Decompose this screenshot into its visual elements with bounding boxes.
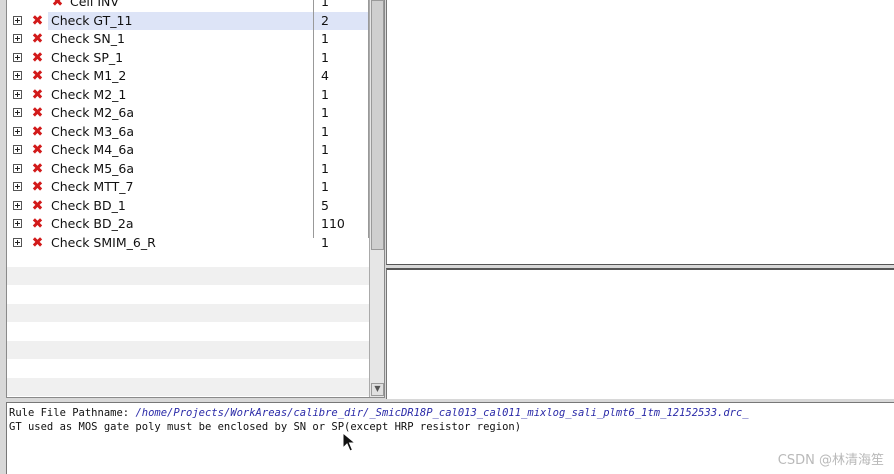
tree-row-count: 1 <box>321 142 329 157</box>
expand-plus-icon[interactable] <box>13 237 22 247</box>
calibre-rve-window: ✖ Cell INV 1 ✖ Check GT_11 2 ✖ Check SN_… <box>0 0 894 474</box>
tree-row-count: 4 <box>321 68 329 83</box>
tree-row-cell-inv[interactable]: ✖ Cell INV 1 <box>7 0 369 12</box>
tree-row-name: Check GT_11 <box>48 11 316 30</box>
column-divider[interactable] <box>313 0 314 238</box>
tree-row-check-bd-2a[interactable]: ✖ Check BD_2a 110 <box>7 215 369 234</box>
empty-row <box>7 303 369 322</box>
error-x-icon: ✖ <box>31 160 44 177</box>
tree-row-check-bd-1[interactable]: ✖ Check BD_1 5 <box>7 197 369 216</box>
tree-row-name: Check BD_2a <box>51 216 134 231</box>
tree-row-count: 1 <box>321 86 329 102</box>
empty-row <box>7 377 369 396</box>
scroll-down-arrow-icon[interactable]: ▼ <box>371 383 384 396</box>
results-tree-panel: ✖ Cell INV 1 ✖ Check GT_11 2 ✖ Check SN_… <box>6 0 385 398</box>
results-info-panel <box>386 268 894 399</box>
scrollbar-thumb[interactable] <box>371 0 384 250</box>
tree-row-name: Check SN_1 <box>51 31 125 46</box>
watermark-text: CSDN @林清海笙 <box>777 453 884 468</box>
expand-plus-icon[interactable] <box>13 34 22 43</box>
tree-row-check-m5-6a[interactable]: ✖ Check M5_6a 1 <box>7 160 369 179</box>
tree-row-check-m2-1[interactable]: ✖ Check M2_1 1 <box>7 86 369 105</box>
error-x-icon: ✖ <box>51 0 64 10</box>
tree-row-name: Cell INV <box>70 0 119 9</box>
tree-row-check-sn-1[interactable]: ✖ Check SN_1 1 <box>7 30 369 49</box>
empty-row <box>7 359 369 378</box>
check-description-panel: Rule File Pathname: /home/Projects/WorkA… <box>6 402 894 474</box>
tree-row-name: Check M4_6a <box>51 142 135 157</box>
tree-row-count: 2 <box>315 11 373 30</box>
empty-row <box>7 340 369 359</box>
expand-plus-icon[interactable] <box>13 71 22 80</box>
tree-row-check-sp-1[interactable]: ✖ Check SP_1 1 <box>7 49 369 68</box>
empty-row <box>7 322 369 341</box>
tree-row-name: Check M2_6a <box>51 105 135 120</box>
tree-row-count: 1 <box>321 160 329 176</box>
error-x-icon: ✖ <box>31 197 44 214</box>
error-x-icon: ✖ <box>31 142 44 158</box>
empty-rows-area <box>7 248 369 396</box>
tree-row-name: Check BD_1 <box>51 197 126 213</box>
tree-row-check-m4-6a[interactable]: ✖ Check M4_6a 1 <box>7 141 369 160</box>
tree-row-count: 1 <box>321 123 329 139</box>
tree-row-name: Check M1_2 <box>51 68 127 83</box>
rule-file-path-link[interactable]: /home/Projects/WorkAreas/calibre_dir/_Sm… <box>135 407 748 419</box>
error-x-icon: ✖ <box>31 179 44 195</box>
expand-plus-icon[interactable] <box>13 15 22 25</box>
expand-plus-icon[interactable] <box>13 89 22 99</box>
tree-row-check-gt-11[interactable]: ✖ Check GT_11 2 <box>7 11 373 30</box>
expand-plus-icon[interactable] <box>13 52 22 62</box>
error-x-icon: ✖ <box>31 49 44 66</box>
tree-row-check-m1-2[interactable]: ✖ Check M1_2 4 <box>7 67 369 86</box>
expand-plus-icon[interactable] <box>13 219 22 228</box>
tree-row-check-m3-6a[interactable]: ✖ Check M3_6a 1 <box>7 123 369 142</box>
tree-row-count: 1 <box>321 105 329 120</box>
expand-plus-icon[interactable] <box>13 200 22 210</box>
rule-file-pathname-line: Rule File Pathname: /home/Projects/WorkA… <box>9 406 749 420</box>
error-x-icon: ✖ <box>31 216 44 232</box>
expand-plus-icon[interactable] <box>13 108 22 117</box>
tree-row-name: Check M3_6a <box>51 123 135 139</box>
rule-description-text: GT used as MOS gate poly must be enclose… <box>9 421 522 433</box>
error-x-icon: ✖ <box>31 31 44 47</box>
tree-row-name: Check SP_1 <box>51 49 124 65</box>
empty-row <box>7 285 369 304</box>
expand-plus-icon[interactable] <box>13 145 22 154</box>
tree-row-name: Check MTT_7 <box>51 179 134 194</box>
results-detail-panel <box>386 0 894 265</box>
tree-row-check-m2-6a[interactable]: ✖ Check M2_6a 1 <box>7 104 369 123</box>
error-x-icon: ✖ <box>31 86 44 103</box>
tree-row-count: 1 <box>321 179 329 194</box>
error-x-icon: ✖ <box>31 12 44 29</box>
tree-row-name: Check M5_6a <box>51 160 135 176</box>
error-x-icon: ✖ <box>31 105 44 121</box>
mouse-pointer-icon <box>342 432 356 452</box>
expand-plus-icon[interactable] <box>13 163 22 173</box>
tree-row-name: Check M2_1 <box>51 86 127 102</box>
tree-row-count: 110 <box>321 216 345 231</box>
error-x-icon: ✖ <box>31 68 44 84</box>
results-tree: ✖ Cell INV 1 ✖ Check GT_11 2 ✖ Check SN_… <box>7 0 373 252</box>
expand-plus-icon[interactable] <box>13 182 22 191</box>
empty-row <box>7 266 369 285</box>
tree-row-check-mtt-7[interactable]: ✖ Check MTT_7 1 <box>7 178 369 197</box>
rule-file-label: Rule File Pathname: <box>9 407 130 419</box>
empty-row <box>7 248 369 267</box>
error-x-icon: ✖ <box>31 123 44 140</box>
results-vertical-scrollbar[interactable]: ▼ <box>369 0 384 397</box>
tree-row-count: 1 <box>321 0 329 9</box>
tree-row-count: 1 <box>321 31 329 46</box>
tree-row-count: 5 <box>321 197 329 213</box>
expand-plus-icon[interactable] <box>13 126 22 136</box>
tree-row-count: 1 <box>321 49 329 65</box>
